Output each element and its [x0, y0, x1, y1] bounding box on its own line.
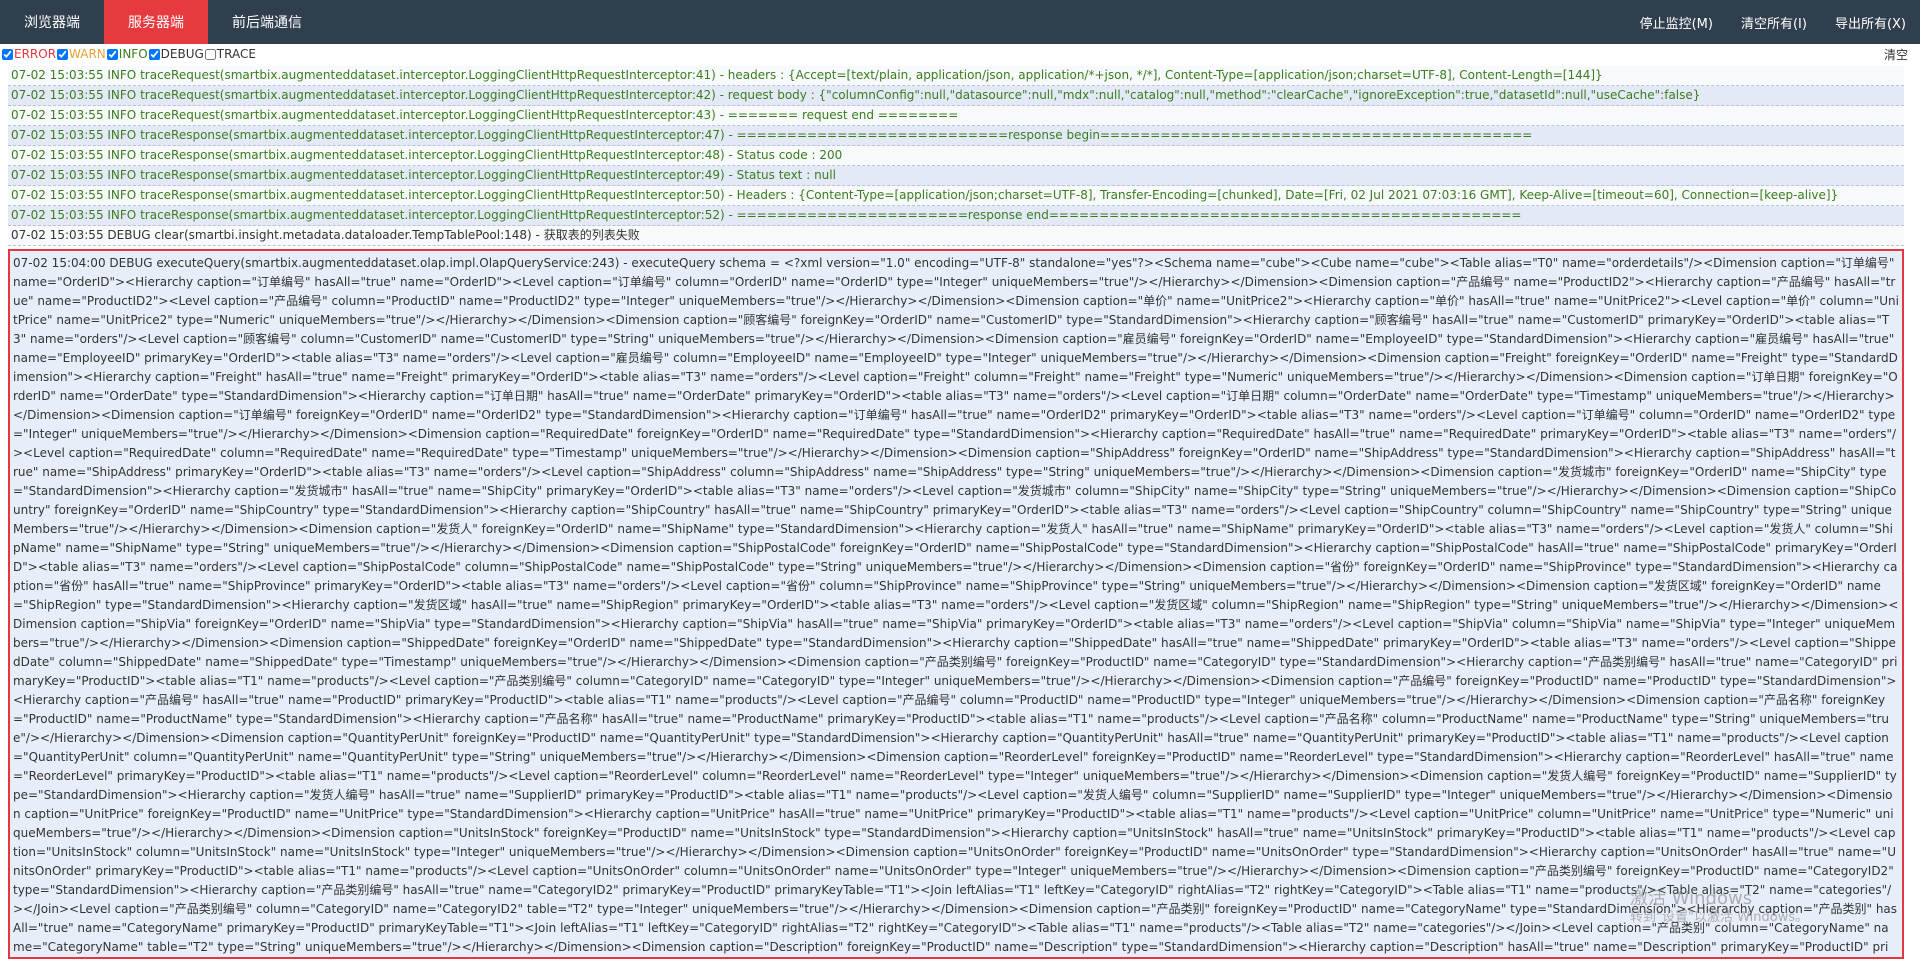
log-row[interactable]: 07-02 15:03:55 INFO traceResponse(smartb… [8, 186, 1904, 206]
tab-browser[interactable]: 浏览器端 [0, 0, 104, 44]
clear-all-button[interactable]: 清空所有(I) [1727, 13, 1821, 32]
tab-communication[interactable]: 前后端通信 [208, 0, 326, 44]
filter-error[interactable]: ERROR [2, 47, 56, 61]
action-bar: 停止监控(M) 清空所有(I) 导出所有(X) [1626, 0, 1920, 44]
log-row[interactable]: 07-02 15:03:55 INFO traceResponse(smartb… [8, 166, 1904, 186]
log-list: 07-02 15:03:55 INFO traceRequest(smartbi… [8, 66, 1904, 959]
warn-checkbox[interactable] [57, 48, 69, 60]
log-row[interactable]: 07-02 15:03:55 INFO traceResponse(smartb… [8, 126, 1904, 146]
error-checkbox[interactable] [2, 48, 13, 60]
log-row[interactable]: 07-02 15:03:55 INFO traceResponse(smartb… [8, 146, 1904, 166]
debug-checkbox[interactable] [148, 48, 160, 60]
info-checkbox[interactable] [106, 48, 118, 60]
selected-log-entry[interactable]: 07-02 15:04:00 DEBUG executeQuery(smartb… [8, 249, 1904, 959]
log-row[interactable]: 07-02 15:03:55 DEBUG clear(smartbi.insig… [8, 226, 1904, 246]
tab-bar: 浏览器端 服务器端 前后端通信 [0, 0, 326, 44]
filter-info[interactable]: INFO [106, 47, 148, 61]
filter-debug[interactable]: DEBUG [148, 47, 204, 61]
windows-activation-hint: 转到"设置"以激活 Windows。 [1630, 910, 1809, 925]
log-row[interactable]: 07-02 15:03:55 INFO traceRequest(smartbi… [8, 86, 1904, 106]
log-row[interactable]: 07-02 15:03:55 INFO traceRequest(smartbi… [8, 106, 1904, 126]
log-row[interactable]: 07-02 15:03:55 INFO traceResponse(smartb… [8, 206, 1904, 226]
trace-checkbox[interactable] [204, 48, 216, 60]
stop-monitor-button[interactable]: 停止监控(M) [1626, 13, 1727, 32]
export-all-button[interactable]: 导出所有(X) [1821, 13, 1920, 32]
tab-server[interactable]: 服务器端 [104, 0, 208, 44]
filter-bar: ERROR WARN INFO DEBUG TRACE 清空 [0, 44, 1920, 64]
filter-warn[interactable]: WARN [57, 47, 106, 61]
clear-log-link[interactable]: 清空 [1884, 46, 1908, 63]
top-toolbar: 浏览器端 服务器端 前后端通信 停止监控(M) 清空所有(I) 导出所有(X) [0, 0, 1920, 44]
log-row[interactable]: 07-02 15:03:55 INFO traceRequest(smartbi… [8, 66, 1904, 86]
filter-trace[interactable]: TRACE [204, 47, 256, 61]
